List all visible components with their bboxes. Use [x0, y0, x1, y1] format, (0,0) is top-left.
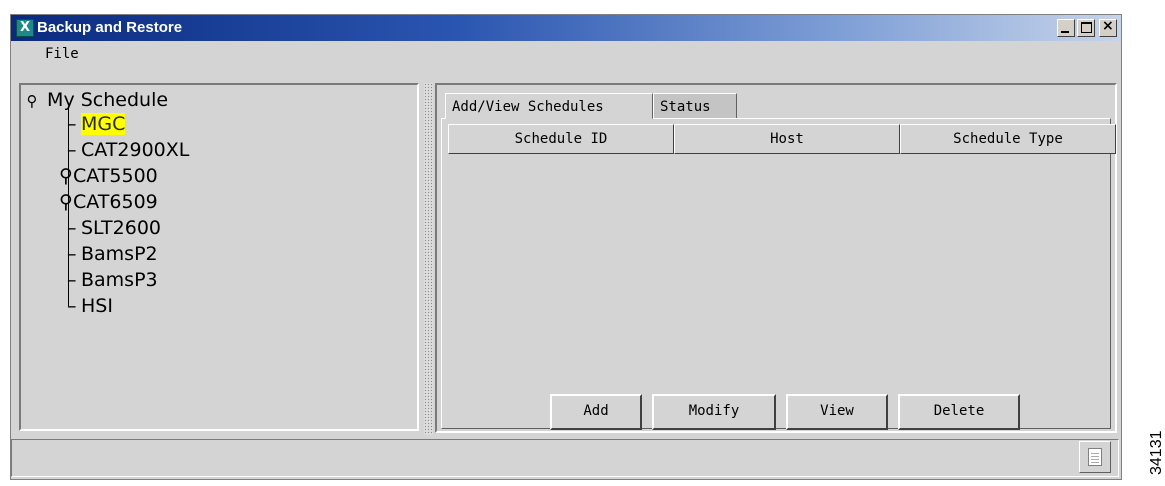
app-x-icon: X [16, 19, 34, 37]
tree-branch: – [67, 269, 77, 291]
menu-file[interactable]: File [45, 46, 79, 62]
schedule-panel: Add/View Schedules Status Schedule ID Ho… [435, 83, 1117, 433]
tree-item-hsi[interactable]: – HSI [67, 295, 113, 317]
column-header-host[interactable]: Host [673, 124, 900, 154]
tree-item-bamsp2[interactable]: – BamsP2 [67, 243, 158, 265]
window-title: Backup and Restore [37, 19, 183, 36]
tree-item-label: BamsP3 [81, 269, 158, 291]
status-bar [11, 437, 1121, 479]
view-button[interactable]: View [786, 394, 888, 430]
maximize-icon [1081, 22, 1092, 33]
close-icon: × [1102, 18, 1114, 34]
menu-bar: File [11, 41, 1121, 67]
close-button[interactable]: × [1099, 18, 1117, 37]
minimize-icon [1061, 31, 1069, 33]
tree-item-label: CAT2900XL [81, 139, 190, 161]
delete-button[interactable]: Delete [898, 394, 1020, 430]
tree-item-bamsp3[interactable]: – BamsP3 [67, 269, 158, 291]
tree-branch: – [67, 139, 77, 161]
expand-node-icon[interactable]: ⚲ [59, 191, 73, 213]
backup-restore-window: X Backup and Restore × File ⚲ My Schedul… [10, 14, 1122, 480]
schedule-table-header: Schedule ID Host Schedule Type [448, 124, 1116, 154]
title-bar[interactable]: X Backup and Restore × [11, 15, 1121, 41]
tree-item-cat6509[interactable]: ⚲CAT6509 [59, 191, 158, 213]
minimize-button[interactable] [1057, 19, 1075, 37]
tree-node-icon: ⚲ [26, 92, 38, 110]
tree-item-slt2600[interactable]: – SLT2600 [67, 217, 161, 239]
maximize-button[interactable] [1077, 19, 1095, 37]
document-icon [1088, 448, 1102, 466]
tree-root[interactable]: ⚲ My Schedule [23, 89, 169, 111]
tree-item-mgc[interactable]: – MGC [67, 113, 126, 135]
column-header-schedule-id[interactable]: Schedule ID [448, 124, 674, 154]
log-button[interactable] [1079, 441, 1111, 473]
split-pane-divider[interactable] [424, 83, 433, 435]
tree-branch: – [67, 295, 77, 317]
schedule-tree[interactable]: ⚲ My Schedule – MGC – CAT2900XL ⚲CAT5500 ⚲… [19, 83, 419, 431]
tab-status[interactable]: Status [653, 93, 737, 119]
tree-item-label: MGC [81, 113, 126, 135]
tab-content: Schedule ID Host Schedule Type Add Modif… [441, 118, 1116, 430]
expand-node-icon[interactable]: ⚲ [59, 165, 73, 187]
figure-id: 34131 [1148, 430, 1165, 476]
modify-button[interactable]: Modify [652, 394, 776, 430]
tree-root-label: My Schedule [47, 89, 169, 111]
tree-branch: – [67, 217, 77, 239]
column-header-schedule-type[interactable]: Schedule Type [899, 124, 1116, 154]
tab-add-view-schedules[interactable]: Add/View Schedules [445, 93, 653, 119]
status-field [11, 439, 1119, 477]
tree-item-label: CAT6509 [73, 191, 158, 213]
tree-item-label: HSI [81, 295, 113, 317]
tree-branch: – [67, 243, 77, 265]
tree-item-label: SLT2600 [81, 217, 161, 239]
tree-branch: – [67, 113, 77, 135]
tree-item-label: BamsP2 [81, 243, 158, 265]
tree-item-label: CAT5500 [73, 165, 158, 187]
tree-item-cat5500[interactable]: ⚲CAT5500 [59, 165, 158, 187]
add-button[interactable]: Add [550, 394, 642, 430]
tree-item-cat2900xl[interactable]: – CAT2900XL [67, 139, 189, 161]
